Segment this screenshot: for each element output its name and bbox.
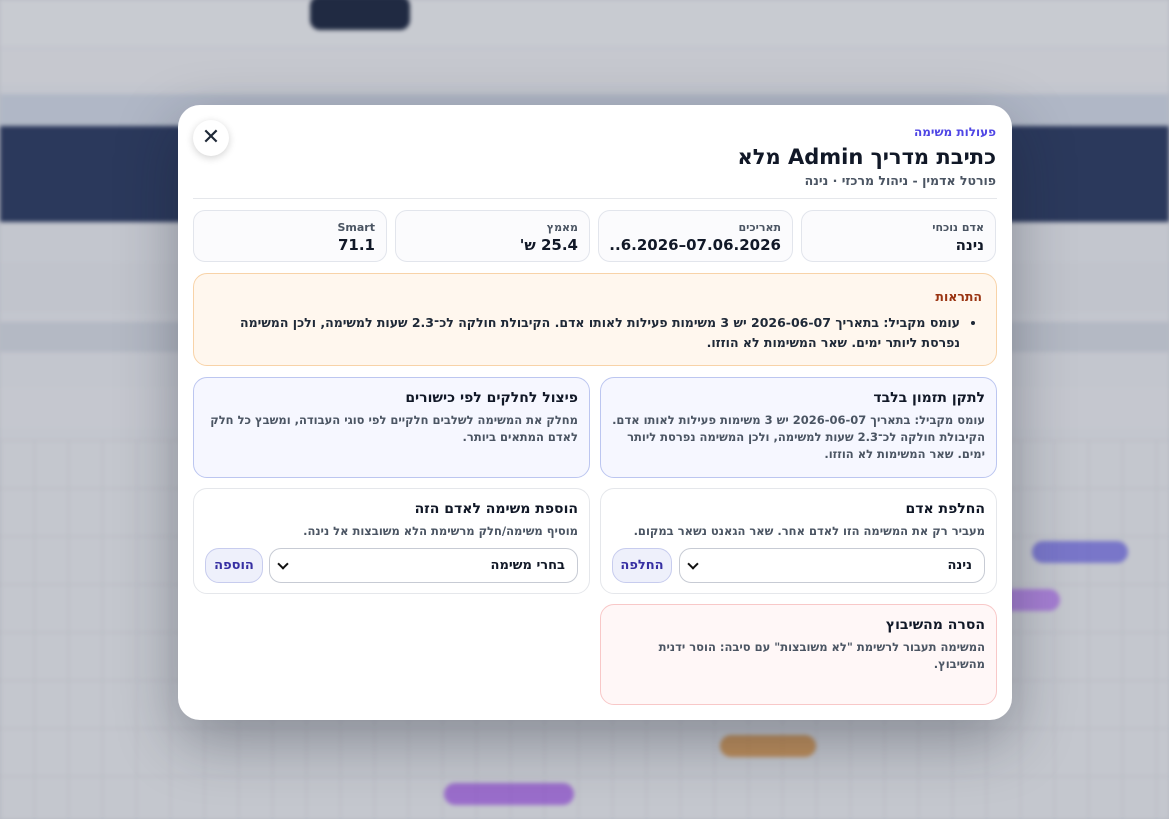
close-icon: ✕ [201, 125, 221, 150]
stat-effort: מאמץ 25.4 ש' [395, 210, 590, 262]
stat-label: Smart [337, 221, 376, 234]
task-actions-dialog: ✕ פעולות משימה כתיבת מדריך Admin מלא פור… [178, 105, 1012, 720]
fix-timing-option[interactable]: לתקן תזמון בלבד עומס מקביל: בתאריך 2026-… [600, 377, 997, 478]
person-select[interactable]: נינה [679, 548, 985, 583]
alert-item: עומס מקביל: בתאריך 2026-06-07 יש 3 משימו… [208, 313, 960, 353]
alerts-heading: התראות [935, 289, 982, 304]
chevron-down-icon [278, 561, 288, 571]
stat-label: אדם נוכחי [932, 221, 984, 234]
stat-value: 07.06.2026–6.2026... [610, 236, 781, 254]
dialog-title: כתיבת מדריך Admin מלא [737, 145, 996, 169]
header-divider [193, 198, 997, 199]
stat-label: מאמץ [546, 221, 578, 234]
option-title: החלפת אדם [905, 501, 985, 517]
option-description: מחלק את המשימה לשלבים חלקיים לפי סוגי הע… [210, 413, 578, 444]
close-button[interactable]: ✕ [193, 120, 229, 156]
dialog-subtitle: פורטל אדמין - ניהול מרכזי · נינה [804, 173, 996, 188]
option-description: מוסיף משימה/חלק מרשימת הלא משובצות אל ני… [303, 524, 578, 538]
option-title: פיצול לחלקים לפי כישורים [405, 390, 578, 406]
option-title: לתקן תזמון בלבד [873, 390, 985, 406]
person-select-value: נינה [947, 558, 972, 573]
option-description: מעביר רק את המשימה הזו לאדם אחר. שאר הגא… [633, 524, 985, 538]
task-select[interactable]: בחרי משימה [269, 548, 578, 583]
chevron-down-icon [688, 561, 698, 571]
option-description: המשימה תעבור לרשימת "לא משובצות" עם סיבה… [658, 640, 985, 671]
stat-value: 25.4 ש' [519, 236, 578, 254]
stat-label: תאריכים [738, 221, 781, 234]
replace-person-card: החלפת אדם מעביר רק את המשימה הזו לאדם אח… [600, 488, 997, 594]
split-by-skills-option[interactable]: פיצול לחלקים לפי כישורים מחלק את המשימה … [193, 377, 590, 478]
add-task-card: הוספת משימה לאדם הזה מוסיף משימה/חלק מרש… [193, 488, 590, 594]
option-description: עומס מקביל: בתאריך 2026-06-07 יש 3 משימו… [612, 413, 985, 461]
alerts-panel: התראות עומס מקביל: בתאריך 2026-06-07 יש … [193, 273, 997, 366]
stat-value: נינה [955, 236, 984, 254]
stat-dates: תאריכים 07.06.2026–6.2026... [598, 210, 793, 262]
option-title: הסרה מהשיבוץ [885, 617, 985, 633]
option-title: הוספת משימה לאדם הזה [414, 501, 578, 517]
dialog-kicker: פעולות משימה [913, 125, 996, 139]
add-button[interactable]: הוספה [205, 548, 263, 583]
dialog-header: פעולות משימה כתיבת מדריך Admin מלא פורטל… [737, 125, 996, 188]
remove-from-schedule-option[interactable]: הסרה מהשיבוץ המשימה תעבור לרשימת "לא משו… [600, 604, 997, 705]
task-select-value: בחרי משימה [490, 558, 565, 573]
alerts-list: עומס מקביל: בתאריך 2026-06-07 יש 3 משימו… [208, 313, 982, 353]
replace-button[interactable]: החלפה [612, 548, 672, 583]
stat-value: 71.1 [337, 236, 375, 254]
stat-smart: Smart 71.1 [193, 210, 387, 262]
stat-current-person: אדם נוכחי נינה [801, 210, 996, 262]
